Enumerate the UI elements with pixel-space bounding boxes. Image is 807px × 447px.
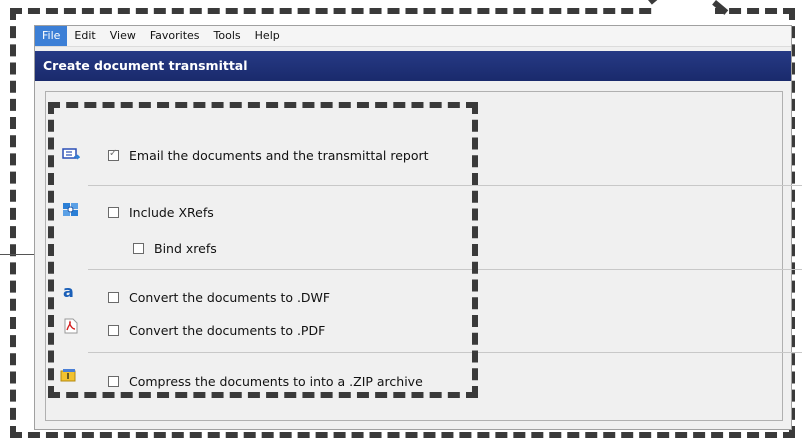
zip-archive-icon — [60, 369, 76, 382]
convert-dwf-option[interactable]: Convert the documents to .DWF — [108, 290, 330, 305]
include-xrefs-checkbox[interactable] — [108, 207, 119, 218]
menu-favorites[interactable]: Favorites — [143, 26, 207, 46]
dialog-title: Create document transmittal — [35, 51, 791, 81]
include-xrefs-option[interactable]: Include XRefs — [108, 205, 214, 220]
convert-pdf-checkbox[interactable] — [108, 325, 119, 336]
menu-edit[interactable]: Edit — [67, 26, 102, 46]
bind-xrefs-option[interactable]: Bind xrefs — [133, 241, 217, 256]
convert-dwf-label: Convert the documents to .DWF — [129, 290, 331, 305]
menu-file[interactable]: File — [35, 26, 68, 46]
menu-bar: File Edit View Favorites Tools Help — [35, 26, 791, 47]
include-xrefs-label: Include XRefs — [129, 205, 214, 220]
email-send-icon — [62, 148, 80, 160]
menu-tools[interactable]: Tools — [207, 26, 248, 46]
email-label: Email the documents and the transmittal … — [129, 148, 429, 163]
separator — [88, 269, 802, 270]
xref-icon — [63, 203, 78, 216]
compress-zip-label: Compress the documents to into a .ZIP ar… — [129, 374, 423, 389]
convert-pdf-label: Convert the documents to .PDF — [129, 323, 326, 338]
callout-notch — [655, 0, 715, 18]
options-panel — [45, 91, 783, 421]
application-window: File Edit View Favorites Tools Help Crea… — [34, 25, 792, 430]
menu-view[interactable]: View — [103, 26, 143, 46]
email-checkbox[interactable] — [108, 148, 119, 161]
email-option[interactable]: Email the documents and the transmittal … — [108, 148, 429, 163]
autodesk-a-icon: a — [63, 282, 74, 301]
bind-xrefs-checkbox[interactable] — [133, 243, 144, 254]
bind-xrefs-label: Bind xrefs — [154, 241, 217, 256]
separator — [88, 185, 802, 186]
compress-zip-checkbox[interactable] — [108, 376, 119, 387]
convert-dwf-checkbox[interactable] — [108, 292, 119, 303]
pdf-icon — [64, 318, 78, 334]
convert-pdf-option[interactable]: Convert the documents to .PDF — [108, 323, 325, 338]
compress-zip-option[interactable]: Compress the documents to into a .ZIP ar… — [108, 374, 423, 389]
separator — [88, 352, 802, 353]
menu-help[interactable]: Help — [248, 26, 287, 46]
